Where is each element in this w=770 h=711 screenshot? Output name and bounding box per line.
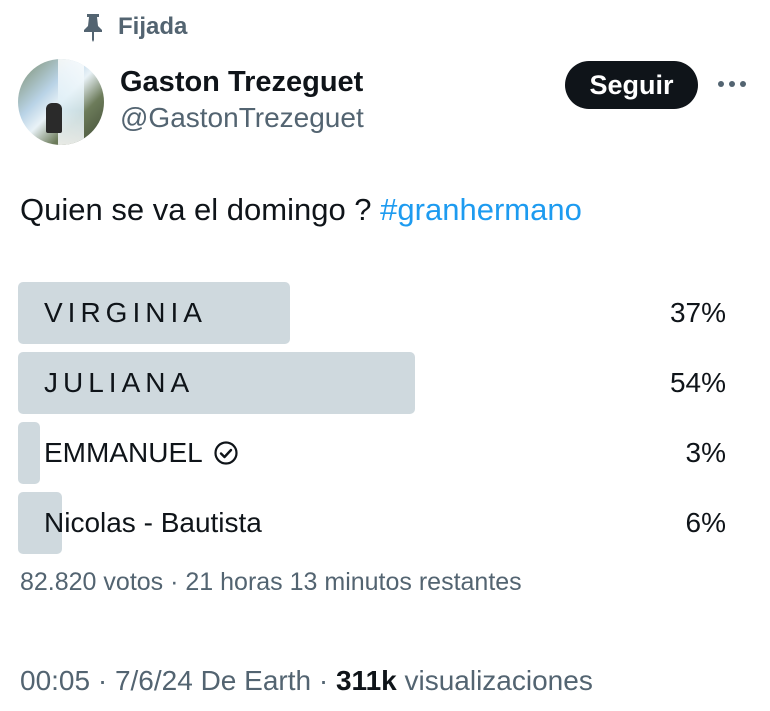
poll-option-label-wrap: EMMANUEL <box>44 422 239 484</box>
check-circle-icon <box>214 441 238 465</box>
hashtag-link[interactable]: #granhermano <box>380 192 582 227</box>
views-label: visualizaciones <box>396 665 593 696</box>
timestamp[interactable]: 00:05 · 7/6/24 De Earth · <box>20 665 336 696</box>
pin-icon <box>84 14 102 42</box>
tweet-body: Quien se va el domingo ? <box>20 192 381 227</box>
poll-option-label: JULIANA <box>44 367 195 398</box>
author-handle[interactable]: @GastonTrezeguet <box>120 102 364 134</box>
follow-button[interactable]: Seguir <box>565 61 698 109</box>
poll-option-percent: 3% <box>685 437 726 468</box>
more-icon[interactable] <box>718 76 748 92</box>
poll-option-virginia[interactable]: VIRGINIA 37% <box>18 282 736 344</box>
pinned-indicator: Fijada <box>82 12 187 42</box>
poll-meta: 82.820 votos · 21 horas 13 minutos resta… <box>20 568 522 596</box>
views-count[interactable]: 311k <box>336 665 397 696</box>
poll-option-juliana[interactable]: JULIANA 54% <box>18 352 736 414</box>
poll-option-label: EMMANUEL <box>44 437 203 468</box>
tweet-footer: 00:05 · 7/6/24 De Earth · 311k visualiza… <box>20 665 593 697</box>
avatar[interactable] <box>18 59 104 145</box>
poll-bar <box>18 422 40 484</box>
poll-option-nicolas-bautista[interactable]: Nicolas - Bautista 6% <box>18 492 736 554</box>
poll-option-percent: 37% <box>669 297 726 328</box>
pinned-label: Fijada <box>118 13 188 40</box>
tweet-text: Quien se va el domingo ? #granhermano <box>20 192 582 228</box>
poll: VIRGINIA 37% JULIANA 54% EMMANUEL 3% Nic… <box>18 282 736 562</box>
poll-option-percent: 54% <box>669 367 726 398</box>
poll-option-emmanuel[interactable]: EMMANUEL 3% <box>18 422 736 484</box>
author-name[interactable]: Gaston Trezeguet <box>120 66 363 99</box>
poll-option-label: VIRGINIA <box>44 297 207 328</box>
poll-option-percent: 6% <box>685 507 726 538</box>
poll-option-label: Nicolas - Bautista <box>44 507 262 538</box>
